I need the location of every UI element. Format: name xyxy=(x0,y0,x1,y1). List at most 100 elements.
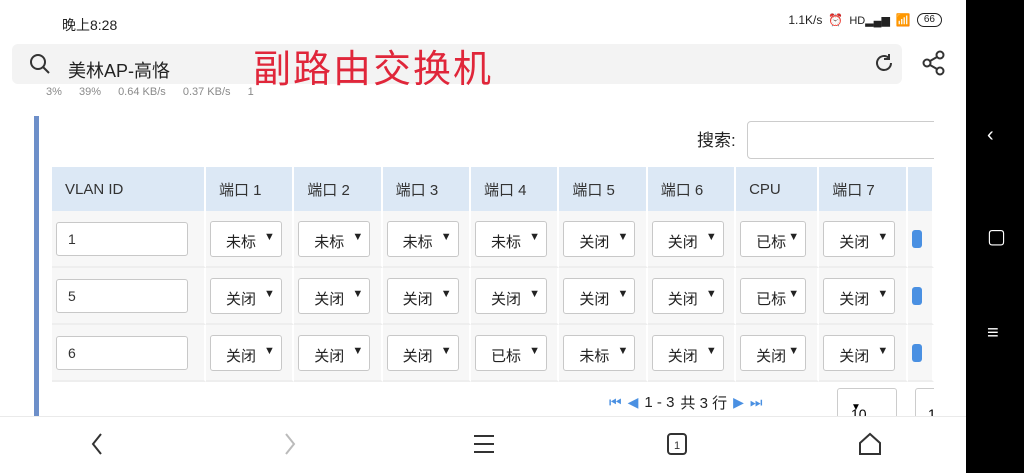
download-rate: 0.37 KB/s xyxy=(182,86,231,98)
dropdown-caret-icon: ▼ xyxy=(877,287,889,300)
dropdown-caret-icon: ▼ xyxy=(352,287,364,300)
status-right-group: 1.1K/s ⏰ HD▂▄▆ 📶 66 xyxy=(788,13,942,27)
port-select[interactable]: 关闭 ▼ xyxy=(209,277,282,314)
dropdown-caret-icon: ▼ xyxy=(264,287,275,300)
col-port-3[interactable]: 端口 3 xyxy=(382,167,472,211)
forward-icon[interactable] xyxy=(283,431,297,457)
prev-page-icon[interactable]: ◀ xyxy=(628,394,639,411)
upload-rate: 0.64 KB/s xyxy=(118,86,166,98)
col-cpu[interactable]: CPU xyxy=(736,167,820,211)
vlan-id-input[interactable]: 5 xyxy=(56,278,188,313)
share-icon[interactable] xyxy=(922,50,946,76)
web-content: 3% 39% 0.64 KB/s 0.37 KB/s 1 搜索: VLAN ID… xyxy=(34,86,934,416)
port-select[interactable]: 未标 ▼ xyxy=(475,220,548,257)
dropdown-caret-icon: ▼ xyxy=(529,230,541,243)
browser-bottom-nav: 1 xyxy=(0,416,966,473)
search-label: 搜索: xyxy=(697,131,736,150)
dropdown-caret-icon: ▼ xyxy=(529,344,541,357)
sys-menu-icon[interactable]: ≡ xyxy=(987,322,999,345)
port-select[interactable]: 关闭 ▼ xyxy=(823,334,896,371)
dropdown-caret-icon: ▼ xyxy=(440,287,452,300)
row-action-button[interactable] xyxy=(911,229,922,248)
status-time: 晚上8:28 xyxy=(62,17,118,33)
dropdown-caret-icon: ▼ xyxy=(352,230,364,243)
reload-icon[interactable] xyxy=(873,52,895,74)
page-number-input[interactable]: 1 xyxy=(915,388,934,416)
dropdown-caret-icon: ▼ xyxy=(617,344,629,357)
total-rows: 共 3 行 xyxy=(680,395,728,412)
dropdown-caret-icon: ▼ xyxy=(877,344,889,357)
table-row: 5 关闭 ▼ 关闭 ▼ 关闭 ▼ 关闭 ▼ 关闭 ▼ 关闭 ▼ 已标 ▼ 关闭 ▼ xyxy=(52,268,934,325)
port-select[interactable]: 关闭 ▼ xyxy=(298,277,371,314)
port-select[interactable]: 已标 ▼ xyxy=(475,334,548,371)
dropdown-caret-icon: ▼ xyxy=(440,344,452,357)
port-select[interactable]: 关闭 ▼ xyxy=(563,277,636,314)
pagination: ⏮ ◀ 1 - 3 共 3 行 ▶ ⏭ xyxy=(609,392,762,413)
port-select[interactable]: 关闭 ▼ xyxy=(651,334,724,371)
col-port-7[interactable]: 端口 7 xyxy=(819,167,908,211)
table-row: 1 未标 ▼ 未标 ▼ 未标 ▼ 未标 ▼ 关闭 ▼ 关闭 ▼ 已标 ▼ 关闭 ▼ xyxy=(52,211,934,268)
wifi-icon: 📶 xyxy=(895,13,911,27)
col-vlan-id[interactable]: VLAN ID xyxy=(52,167,206,211)
tabs-icon[interactable]: 1 xyxy=(666,431,688,457)
port-select[interactable]: 关闭 ▼ xyxy=(823,277,896,314)
port-select[interactable]: 关闭 ▼ xyxy=(386,334,459,371)
home-icon[interactable] xyxy=(857,431,883,457)
col-port-5[interactable]: 端口 5 xyxy=(559,167,648,211)
back-icon[interactable] xyxy=(90,431,104,457)
port-select[interactable]: 未标 ▼ xyxy=(209,220,282,257)
col-port-2[interactable]: 端口 2 xyxy=(294,167,383,211)
port-select[interactable]: 未标 ▼ xyxy=(563,334,636,371)
system-nav-bar: ‹ ▢ ≡ xyxy=(966,0,1024,473)
table-search-input[interactable] xyxy=(747,121,934,159)
last-page-icon[interactable]: ⏭ xyxy=(750,394,763,411)
dropdown-caret-icon: ▼ xyxy=(617,287,629,300)
vlan-id-input[interactable]: 1 xyxy=(56,221,188,256)
dropdown-caret-icon: ▼ xyxy=(788,287,800,300)
row-action-button[interactable] xyxy=(911,343,922,362)
dropdown-caret-icon: ▼ xyxy=(788,230,800,243)
table-row: 6 关闭 ▼ 关闭 ▼ 关闭 ▼ 已标 ▼ 未标 ▼ 关闭 ▼ 关闭 ▼ 关闭 ▼ xyxy=(52,325,934,382)
port-select[interactable]: 关闭 ▼ xyxy=(386,277,459,314)
page-size-select[interactable]: 10 ▼ xyxy=(837,388,897,416)
cpu-select[interactable]: 已标 ▼ xyxy=(740,277,807,314)
port-select[interactable]: 关闭 ▼ xyxy=(209,334,282,371)
row-action-button[interactable] xyxy=(911,286,922,305)
search-icon[interactable] xyxy=(29,53,51,75)
first-page-icon[interactable]: ⏮ xyxy=(609,394,622,411)
dropdown-caret-icon: ▼ xyxy=(788,344,800,357)
cpu-select[interactable]: 关闭 ▼ xyxy=(740,334,807,371)
next-page-icon[interactable]: ▶ xyxy=(733,394,744,411)
port-select[interactable]: 关闭 ▼ xyxy=(651,277,724,314)
connection-count: 1 xyxy=(247,86,254,98)
dropdown-caret-icon: ▼ xyxy=(617,230,629,243)
dropdown-caret-icon: ▼ xyxy=(440,230,452,243)
port-select[interactable]: 未标 ▼ xyxy=(386,220,459,257)
col-overflow xyxy=(907,167,934,211)
dropdown-caret-icon: ▼ xyxy=(851,402,861,413)
port-select[interactable]: 关闭 ▼ xyxy=(475,277,548,314)
vlan-id-input[interactable]: 6 xyxy=(56,335,188,370)
cpu-select[interactable]: 已标 ▼ xyxy=(740,220,807,257)
status-bar: 晚上8:28 1.1K/s ⏰ HD▂▄▆ 📶 66 xyxy=(0,0,966,40)
port-select[interactable]: 关闭 ▼ xyxy=(563,220,636,257)
port-select[interactable]: 关闭 ▼ xyxy=(823,220,896,257)
dropdown-caret-icon: ▼ xyxy=(529,287,541,300)
menu-icon[interactable] xyxy=(472,431,496,457)
signal-icon: HD▂▄▆ xyxy=(849,14,890,27)
cpu-usage: 3% xyxy=(46,86,62,98)
dropdown-caret-icon: ▼ xyxy=(877,230,889,243)
port-select[interactable]: 关闭 ▼ xyxy=(298,334,371,371)
dropdown-caret-icon: ▼ xyxy=(264,230,275,243)
dropdown-caret-icon: ▼ xyxy=(705,287,717,300)
sys-home-icon[interactable]: ▢ xyxy=(987,224,1006,249)
port-select[interactable]: 关闭 ▼ xyxy=(651,220,724,257)
dropdown-caret-icon: ▼ xyxy=(352,344,364,357)
sys-back-icon[interactable]: ‹ xyxy=(987,124,994,147)
col-port-1[interactable]: 端口 1 xyxy=(205,167,295,211)
dropdown-caret-icon: ▼ xyxy=(264,344,275,357)
col-port-6[interactable]: 端口 6 xyxy=(647,167,737,211)
col-port-4[interactable]: 端口 4 xyxy=(471,167,560,211)
site-title[interactable]: 美林AP-高恪 xyxy=(68,57,170,83)
port-select[interactable]: 未标 ▼ xyxy=(298,220,371,257)
